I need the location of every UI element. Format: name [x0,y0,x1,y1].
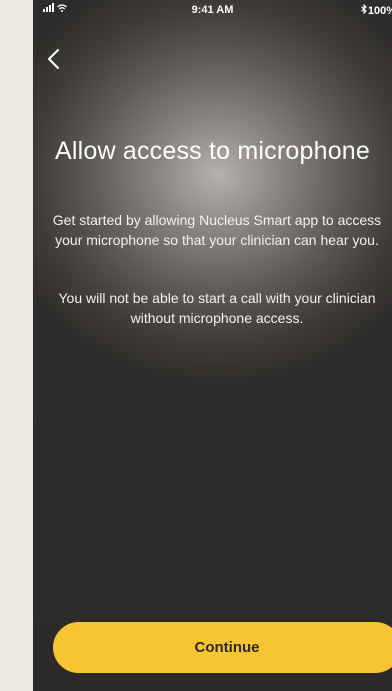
chevron-left-icon [48,49,59,69]
status-time: 9:41 AM [191,4,234,16]
bluetooth-icon [360,4,367,14]
description-text: Get started by allowing Nucleus Smart ap… [52,212,382,248]
battery-status: 100% [360,4,392,17]
page-title: Allow access to microphone [54,137,371,165]
warning-text: You will not be able to start a call wit… [58,290,376,326]
phone-screen: 9:41 AM 100% Allow access to microphone … [33,0,392,691]
status-bar: 9:41 AM 100% [33,0,392,20]
continue-button[interactable]: Continue [53,622,392,673]
back-button[interactable] [41,44,71,74]
battery-percentage: 100% [367,5,392,17]
